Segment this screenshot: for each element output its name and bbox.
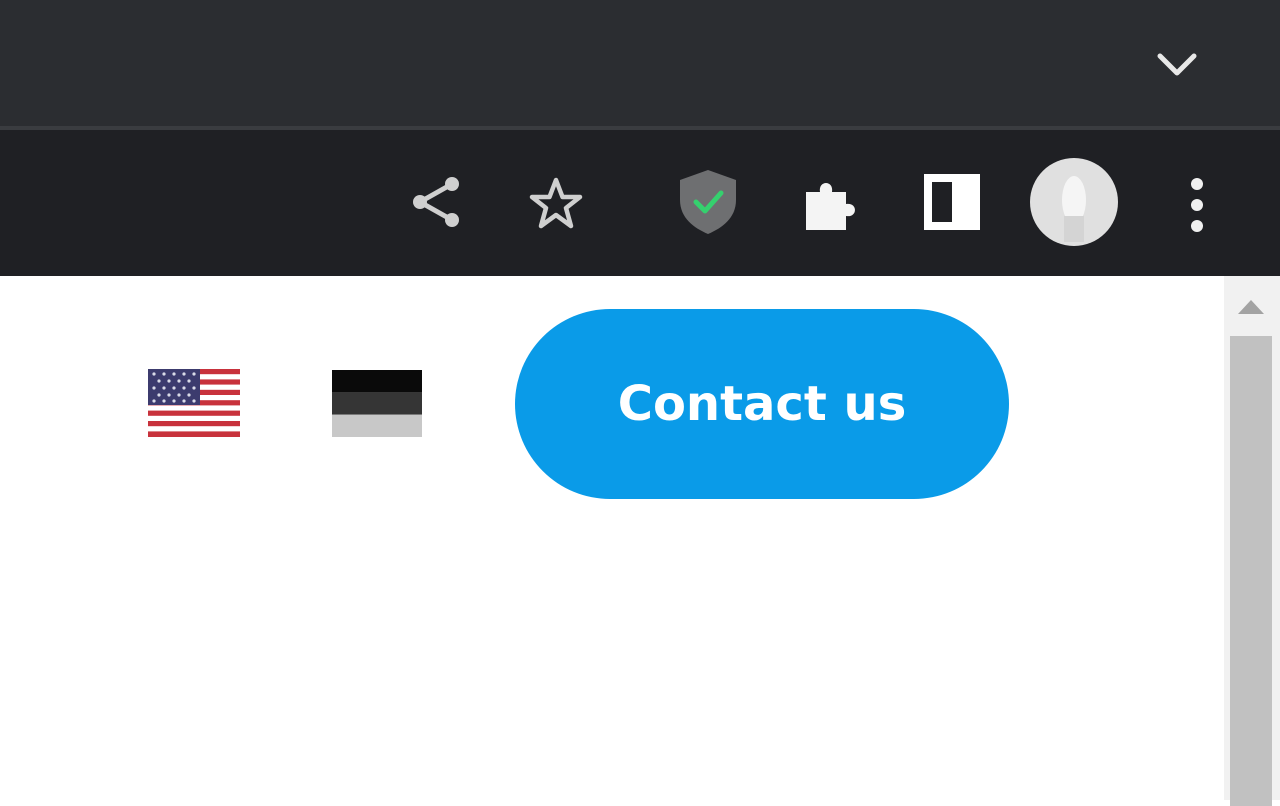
page-viewport: Contact us — [0, 276, 1280, 806]
puzzle-icon[interactable] — [800, 174, 862, 234]
star-icon[interactable] — [526, 174, 586, 234]
side-panel-icon[interactable] — [922, 172, 982, 232]
us-flag-icon[interactable] — [148, 369, 240, 437]
contact-us-button[interactable]: Contact us — [515, 309, 1009, 499]
scrollbar[interactable] — [1224, 276, 1280, 806]
kebab-menu-icon[interactable] — [1182, 176, 1212, 234]
de-flag-icon[interactable] — [332, 370, 422, 437]
avatar[interactable] — [1030, 158, 1118, 246]
scrollbar-thumb[interactable] — [1230, 336, 1272, 806]
chevron-down-icon[interactable] — [1150, 44, 1204, 84]
scroll-up-arrow-icon[interactable] — [1234, 296, 1268, 320]
browser-toolbar — [0, 130, 1280, 276]
tab-strip — [0, 0, 1280, 126]
share-icon[interactable] — [406, 172, 466, 232]
shield-check-icon[interactable] — [676, 168, 740, 236]
